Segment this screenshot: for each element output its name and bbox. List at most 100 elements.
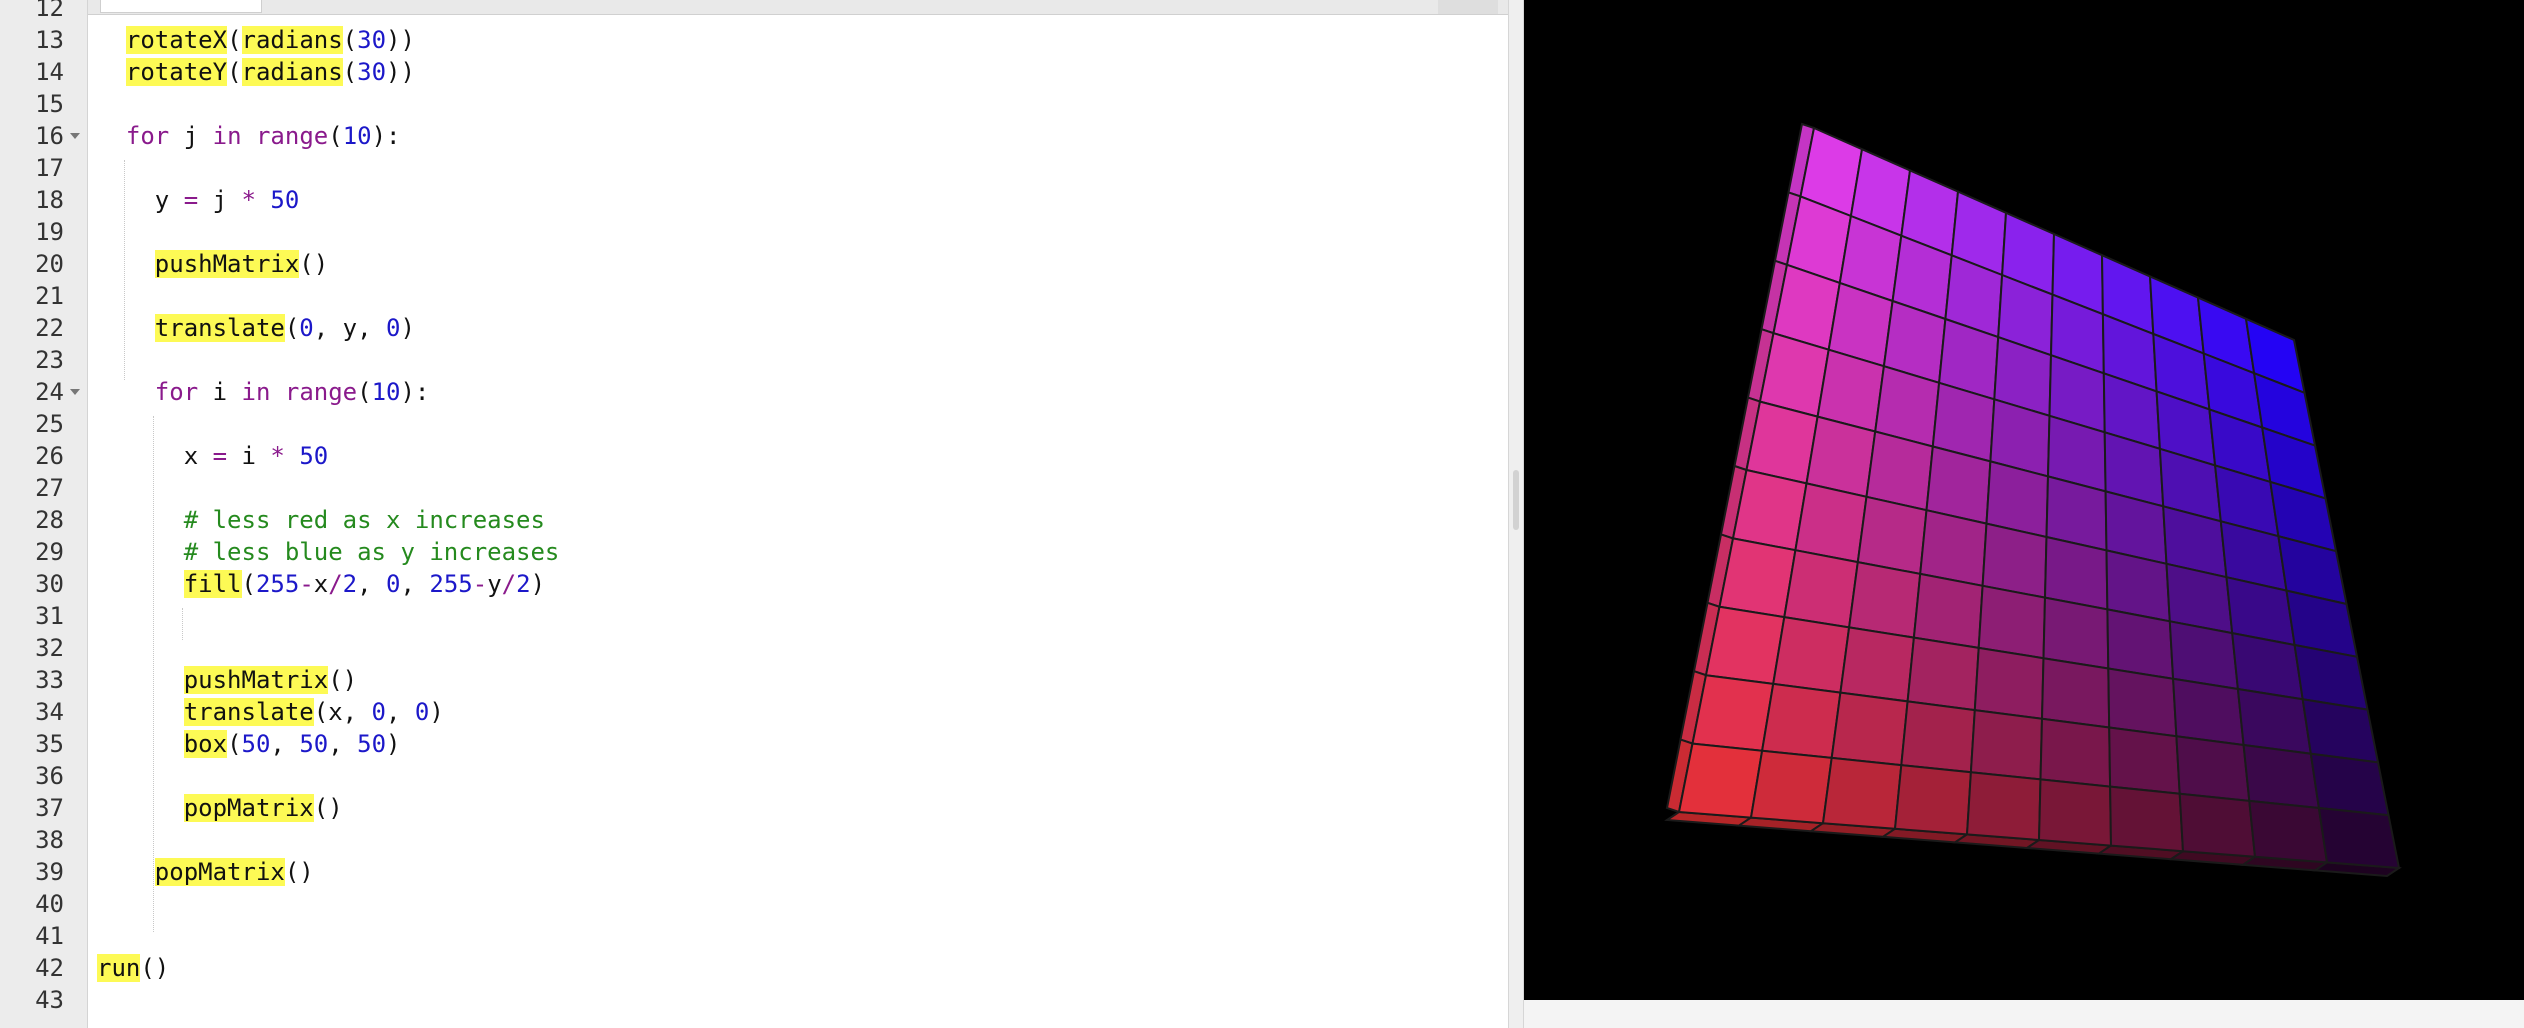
code-text[interactable]: translate(x, 0, 0) [97, 696, 444, 728]
code-text[interactable]: # less blue as y increases [97, 536, 560, 568]
code-text[interactable]: popMatrix() [97, 792, 343, 824]
box-face-cell [2172, 677, 2245, 747]
box-face-cell [1973, 646, 2045, 720]
box-face-cell [2042, 596, 2110, 670]
box-face-cell [1847, 560, 1922, 639]
code-text[interactable]: run() [97, 952, 169, 984]
code-line[interactable]: 23 [0, 344, 1500, 376]
code-line[interactable]: 36 [0, 760, 1500, 792]
fold-arrow-icon[interactable] [70, 389, 80, 395]
code-line[interactable]: 39 popMatrix() [0, 856, 1500, 888]
code-text[interactable]: for i in range(10): [97, 376, 430, 408]
code-line[interactable]: 12 [0, 0, 1500, 24]
code-line[interactable]: 22 translate(0, y, 0) [0, 312, 1500, 344]
code-line[interactable]: 28 # less red as x increases [0, 504, 1500, 536]
line-number: 28 [35, 506, 64, 534]
code-text[interactable]: fill(255-x/2, 0, 255-y/2) [97, 568, 545, 600]
code-line[interactable]: 16 for j in range(10): [0, 120, 1500, 152]
box-face-cell [1893, 764, 1972, 836]
line-number: 19 [35, 218, 64, 246]
indent-guide [153, 416, 154, 932]
code-line[interactable]: 13 rotateX(radians(30)) [0, 24, 1500, 56]
box-face-cell [2317, 806, 2401, 870]
code-line[interactable]: 30 fill(255-x/2, 0, 255-y/2) [0, 568, 1500, 600]
box-face-cell [2309, 752, 2390, 817]
code-text[interactable]: popMatrix() [97, 856, 314, 888]
box-face-cell [1760, 682, 1842, 759]
box-face-cell [1718, 537, 1797, 619]
code-text[interactable]: box(50, 50, 50) [97, 728, 401, 760]
code-text[interactable]: pushMatrix() [97, 248, 328, 280]
code-text[interactable]: pushMatrix() [97, 664, 357, 696]
line-number: 36 [35, 762, 64, 790]
code-text[interactable]: # less red as x increases [97, 504, 545, 536]
fold-arrow-icon[interactable] [70, 133, 80, 139]
code-line[interactable]: 29 # less blue as y increases [0, 536, 1500, 568]
box-face-cell [2248, 799, 2329, 864]
code-line[interactable]: 34 translate(x, 0, 0) [0, 696, 1500, 728]
code-line[interactable]: 41 [0, 920, 1500, 952]
code-line[interactable]: 17 [0, 152, 1500, 184]
line-number: 30 [35, 570, 64, 598]
code-line[interactable]: 40 [0, 888, 1500, 920]
code-editor[interactable]: 12 13 rotateX(radians(30)) 14 rotateY(radi… [0, 0, 1508, 1028]
code-line[interactable]: 38 [0, 824, 1500, 856]
code-text[interactable]: for j in range(10): [97, 120, 401, 152]
pane-splitter[interactable] [1508, 0, 1524, 1028]
code-line[interactable]: 32 [0, 632, 1500, 664]
line-number: 24 [35, 378, 64, 406]
code-line[interactable]: 35 box(50, 50, 50) [0, 728, 1500, 760]
code-line[interactable]: 19 [0, 216, 1500, 248]
box-face-cell [2108, 726, 2181, 795]
line-number: 15 [35, 90, 64, 118]
box-face-cell [2242, 743, 2321, 810]
code-text[interactable]: rotateX(radians(30)) [97, 24, 415, 56]
splitter-grip[interactable] [1513, 470, 1519, 530]
line-number: 25 [35, 410, 64, 438]
line-number: 33 [35, 666, 64, 694]
code-line[interactable]: 37 popMatrix() [0, 792, 1500, 824]
box-face-cell [1772, 615, 1851, 694]
code-line[interactable]: 33 pushMatrix() [0, 664, 1500, 696]
code-text[interactable]: x = i * 50 [97, 440, 329, 472]
code-line[interactable]: 27 [0, 472, 1500, 504]
box-face-cell [2107, 667, 2178, 738]
code-text[interactable]: y = j * 50 [97, 184, 300, 216]
box-face-cell [2037, 778, 2113, 847]
code-line[interactable]: 26 x = i * 50 [0, 440, 1500, 472]
rendered-box-grid [1664, 122, 2402, 878]
line-number: 43 [35, 986, 64, 1014]
box-face-cell [1969, 708, 2044, 781]
line-number: 22 [35, 314, 64, 342]
code-text[interactable]: translate(0, y, 0) [97, 312, 415, 344]
line-number: 21 [35, 282, 64, 310]
line-number: 31 [35, 602, 64, 630]
line-number: 32 [35, 634, 64, 662]
line-number: 34 [35, 698, 64, 726]
line-number: 39 [35, 858, 64, 886]
line-number: 26 [35, 442, 64, 470]
code-line[interactable]: 24 for i in range(10): [0, 376, 1500, 408]
code-line[interactable]: 20 pushMatrix() [0, 248, 1500, 280]
code-line[interactable]: 25 [0, 408, 1500, 440]
sketch-output-pane [1524, 0, 2524, 1028]
code-line[interactable]: 18 y = j * 50 [0, 184, 1500, 216]
line-number: 35 [35, 730, 64, 758]
box-face-cell [1704, 605, 1786, 686]
box-face-cell [1830, 691, 1909, 767]
sketch-canvas [1524, 0, 2524, 1000]
code-line[interactable]: 43 [0, 984, 1500, 1016]
box-face-cell [2106, 608, 2175, 680]
line-number: 17 [35, 154, 64, 182]
code-line[interactable]: 15 [0, 88, 1500, 120]
box-face-cell [2178, 792, 2257, 858]
indent-guide [124, 160, 125, 380]
code-text[interactable]: rotateY(radians(30)) [97, 56, 415, 88]
code-line[interactable]: 31 [0, 600, 1500, 632]
code-line[interactable]: 42 run() [0, 952, 1500, 984]
box-face-cell [1981, 522, 2048, 599]
box-face-cell [2301, 698, 2380, 764]
box-face-cell [2039, 717, 2112, 788]
code-line[interactable]: 21 [0, 280, 1500, 312]
code-line[interactable]: 14 rotateY(radians(30)) [0, 56, 1500, 88]
